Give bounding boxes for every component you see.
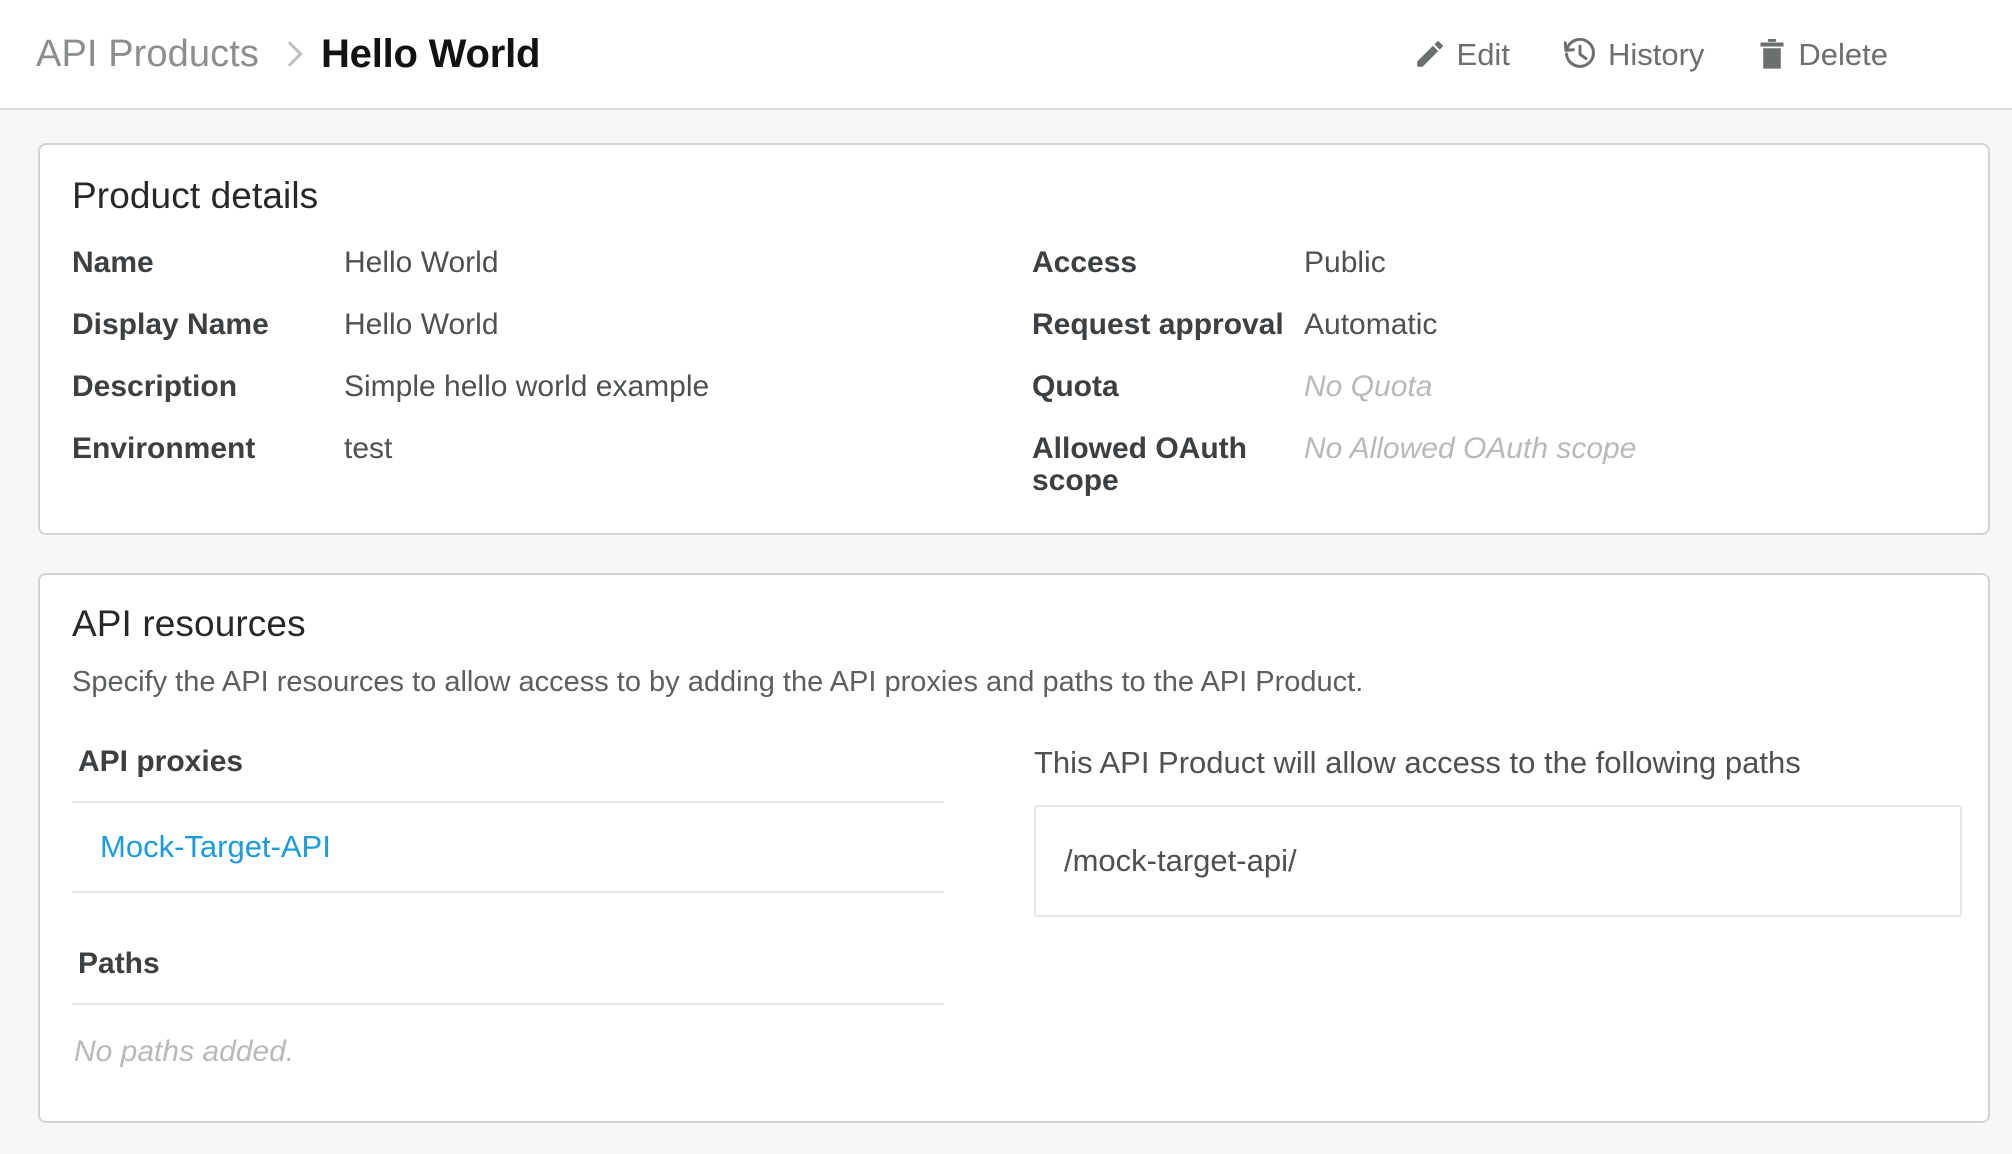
header-actions: Edit History Delete	[1413, 36, 1968, 72]
allowed-paths-box: /mock-target-api/	[1034, 804, 1962, 917]
edit-label: Edit	[1456, 36, 1510, 72]
allowed-paths-panel: This API Product will allow access to th…	[1032, 745, 1962, 1069]
pencil-icon	[1413, 37, 1447, 71]
detail-label-quota: Quota	[1032, 370, 1119, 404]
trash-icon	[1756, 37, 1788, 71]
detail-value-display-name: Hello World	[344, 308, 499, 342]
edit-button[interactable]: Edit	[1413, 37, 1510, 71]
api-proxies-panel: API proxies Mock-Target-API Paths No pat…	[72, 745, 1032, 1069]
divider	[72, 1002, 944, 1005]
breadcrumb-parent-link[interactable]: API Products	[36, 33, 259, 76]
api-resources-grid: API proxies Mock-Target-API Paths No pat…	[72, 745, 1962, 1069]
breadcrumb: API Products Hello World	[36, 32, 540, 77]
detail-value-name: Hello World	[344, 246, 499, 279]
product-details-card: Product details Name Hello World Display…	[38, 143, 1990, 536]
detail-label-description: Description	[72, 370, 238, 404]
product-details-left-column: Name Hello World Display Name Hello Worl…	[72, 246, 1032, 497]
api-resources-title: API resources	[72, 603, 306, 645]
page-title: Hello World	[320, 31, 541, 76]
detail-value-quota: No Quota	[1304, 370, 1433, 404]
paths-label: Paths	[78, 946, 160, 980]
detail-label-allowed-oauth-scope: Allowed OAuth scope	[1032, 432, 1247, 498]
detail-value-access: Public	[1304, 246, 1386, 279]
product-details-grid: Name Hello World Display Name Hello Worl…	[72, 246, 1950, 498]
divider	[72, 890, 944, 893]
api-proxies-label: API proxies	[78, 744, 244, 778]
delete-label: Delete	[1798, 36, 1888, 72]
proxy-link-mock-target-api[interactable]: Mock-Target-API	[100, 829, 331, 864]
detail-label-request-approval: Request approval	[1032, 308, 1284, 342]
page-body: Product details Name Hello World Display…	[0, 110, 2012, 1123]
detail-value-description: Simple hello world example	[344, 370, 710, 404]
detail-label-access: Access	[1032, 246, 1138, 279]
chevron-right-icon	[277, 41, 303, 67]
history-button[interactable]: History	[1562, 36, 1704, 72]
product-details-title: Product details	[72, 175, 319, 216]
allowed-path-item: /mock-target-api/	[1064, 842, 1297, 878]
paths-empty-note: No paths added.	[74, 1034, 295, 1068]
detail-label-name: Name	[72, 246, 154, 279]
detail-value-request-approval: Automatic	[1304, 308, 1438, 342]
proxy-list-item[interactable]: Mock-Target-API	[72, 803, 972, 891]
delete-button[interactable]: Delete	[1756, 37, 1888, 71]
page-header: API Products Hello World Edit History De…	[0, 0, 2012, 110]
detail-label-display-name: Display Name	[72, 308, 269, 342]
allowed-paths-intro: This API Product will allow access to th…	[1034, 744, 1801, 780]
product-details-right-column: Access Public Request approval Automatic…	[1032, 246, 1950, 498]
clock-history-icon	[1562, 36, 1598, 72]
detail-value-environment: test	[344, 432, 393, 466]
api-resources-description: Specify the API resources to allow acces…	[72, 666, 1364, 699]
detail-value-allowed-oauth-scope: No Allowed OAuth scope	[1304, 432, 1637, 466]
history-label: History	[1607, 36, 1705, 72]
detail-label-environment: Environment	[72, 432, 256, 466]
api-resources-card: API resources Specify the API resources …	[38, 573, 1990, 1123]
